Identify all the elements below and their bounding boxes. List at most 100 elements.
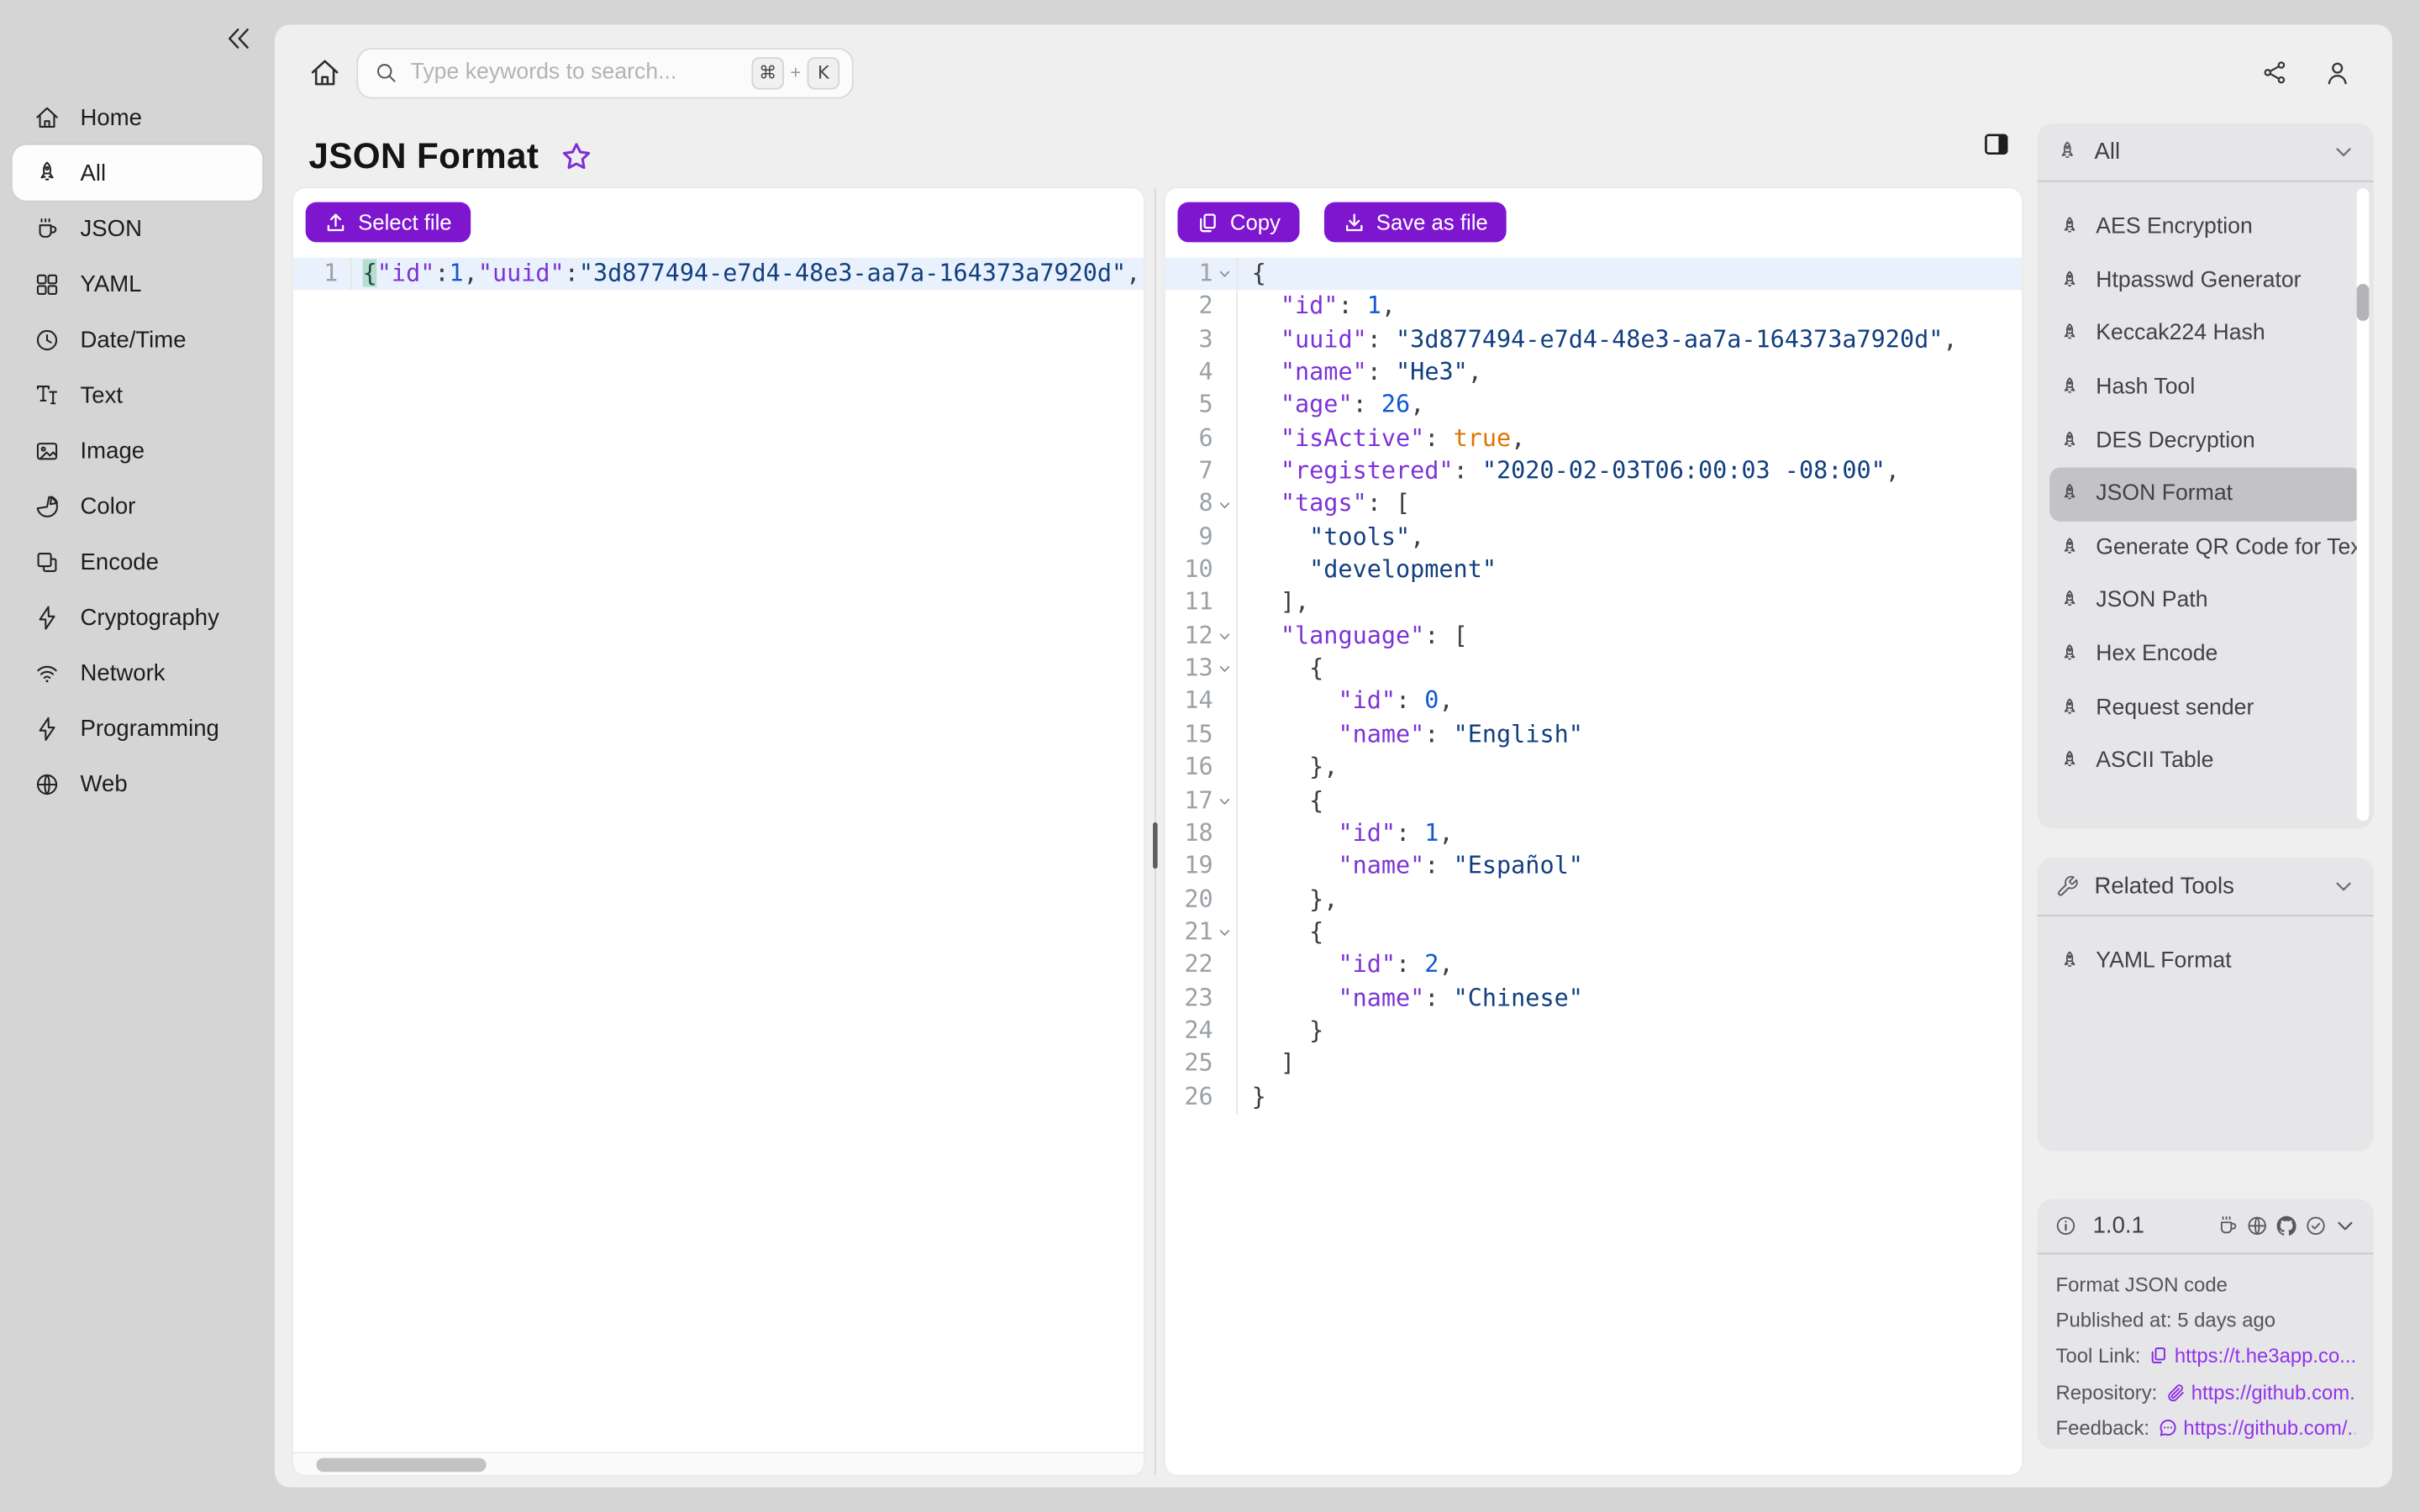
favorite-star-icon[interactable] [560, 140, 593, 173]
sidebar-item-all[interactable]: All [12, 144, 263, 201]
tool-item-ascii-table[interactable]: ASCII Table [2049, 734, 2361, 788]
fold-chevron-icon[interactable] [1213, 629, 1237, 643]
sidebar-item-encode[interactable]: Encode [13, 534, 263, 590]
sidebar-item-date-time[interactable]: Date/Time [13, 312, 263, 367]
code-line[interactable]: 2 "id": 1, [1165, 290, 2022, 324]
pane-splitter[interactable] [1144, 188, 1165, 1475]
globe-icon[interactable] [2245, 1215, 2269, 1238]
sidebar-item-cryptography[interactable]: Cryptography [13, 590, 263, 645]
code-line[interactable]: 19 "name": "Español" [1165, 850, 2022, 884]
sidebar-item-programming[interactable]: Programming [13, 701, 263, 756]
code-line[interactable]: 9 "tools", [1165, 521, 2022, 554]
sidebar-item-text[interactable]: Text [13, 367, 263, 423]
code-line[interactable]: 15 "name": "English" [1165, 718, 2022, 752]
code-line[interactable]: 3 "uuid": "3d877494-e7d4-48e3-aa7a-16437… [1165, 323, 2022, 357]
home-button[interactable] [308, 56, 341, 89]
code-line[interactable]: 10 "development" [1165, 554, 2022, 587]
code-line[interactable]: 8 "tags": [ [1165, 488, 2022, 522]
code-line[interactable]: 25 ] [1165, 1047, 2022, 1081]
tool-item-hex-encode[interactable]: Hex Encode [2049, 627, 2361, 681]
tool-item-keccak224-hash[interactable]: Keccak224 Hash [2049, 307, 2361, 361]
tool-item-hash-tool[interactable]: Hash Tool [2049, 360, 2361, 414]
line-gutter: 19 [1165, 850, 1239, 884]
rocket-icon [2059, 376, 2081, 398]
sidebar-collapse-button[interactable] [224, 24, 255, 55]
code-line[interactable]: 14 "id": 0, [1165, 685, 2022, 719]
share-icon[interactable] [2261, 59, 2289, 87]
tool-item-generate-qr-code-for-text[interactable]: Generate QR Code for Text [2049, 521, 2361, 575]
code-line[interactable]: 12 "language": [ [1165, 619, 2022, 654]
vertical-scrollbar[interactable] [2356, 188, 2370, 822]
fold-chevron-icon[interactable] [1213, 497, 1237, 512]
sidebar-item-label: Image [80, 437, 145, 464]
sidebar-item-json[interactable]: JSON [13, 201, 263, 256]
sidebar-item-label: Text [80, 381, 124, 408]
sidebar-item-network[interactable]: Network [13, 645, 263, 701]
code-line[interactable]: 21 { [1165, 916, 2022, 949]
tool-item-request-sender[interactable]: Request sender [2049, 681, 2361, 735]
line-number: 25 [1184, 1049, 1213, 1078]
check-circle-icon[interactable] [2304, 1215, 2328, 1238]
shortcut-plus: + [790, 61, 802, 84]
save-as-file-button[interactable]: Save as file [1323, 202, 1507, 243]
input-code-area[interactable]: 1 {"id":1,"uuid":"3d877494-e7d4-48e3-aa7a… [292, 257, 1144, 291]
tool-item-json-path[interactable]: JSON Path [2049, 575, 2361, 628]
tool-item-des-decryption[interactable]: DES Decryption [2049, 414, 2361, 468]
sidebar-item-web[interactable]: Web [13, 756, 263, 811]
horizontal-scrollbar[interactable] [292, 1452, 1144, 1475]
code-line[interactable]: 13 { [1165, 653, 2022, 686]
copy-button[interactable]: Copy [1177, 202, 1299, 243]
zap-icon [34, 715, 60, 741]
code-line[interactable]: 1 {"id":1,"uuid":"3d877494-e7d4-48e3-aa7a… [292, 257, 1144, 291]
code-line[interactable]: 17 { [1165, 784, 2022, 818]
code-line[interactable]: 24 } [1165, 1015, 2022, 1048]
code-line[interactable]: 23 "name": "Chinese" [1165, 982, 2022, 1016]
sidebar-item-home[interactable]: Home [13, 90, 263, 145]
fold-chevron-icon[interactable] [1213, 663, 1237, 677]
code-line[interactable]: 1{ [1165, 257, 2023, 291]
scrollbar-thumb[interactable] [2356, 283, 2370, 322]
user-icon[interactable] [2323, 58, 2352, 87]
code-line[interactable]: 7 "registered": "2020-02-03T06:00:03 -08… [1165, 454, 2022, 489]
sidebar-item-image[interactable]: Image [13, 423, 263, 478]
scrollbar-thumb[interactable] [316, 1457, 487, 1472]
panel-toggle-icon[interactable] [1981, 129, 2011, 159]
tool-item-json-format[interactable]: JSON Format [2049, 467, 2362, 522]
rocket-icon [2059, 590, 2081, 612]
code-line[interactable]: 20 }, [1165, 883, 2022, 916]
code-line[interactable]: 5 "age": 26, [1165, 389, 2022, 423]
tool-item-yaml-format[interactable]: YAML Format [2049, 935, 2361, 989]
tools-panel-header[interactable]: All [2037, 123, 2374, 182]
line-number: 15 [1184, 720, 1213, 748]
github-icon[interactable] [2275, 1215, 2298, 1238]
coffee-icon[interactable] [2217, 1215, 2240, 1238]
formatted-code-area[interactable]: 1{2 "id": 1, 3 "uuid": "3d877494-e7d4-48e… [1165, 257, 2023, 1115]
select-file-button[interactable]: Select file [305, 202, 471, 243]
fold-chevron-icon[interactable] [1213, 926, 1237, 940]
fold-chevron-icon[interactable] [1213, 794, 1237, 808]
related-tools-header[interactable]: Related Tools [2037, 858, 2374, 917]
fold-chevron-icon[interactable] [1213, 267, 1237, 281]
code-line[interactable]: 18 "id": 1, [1165, 817, 2022, 851]
code-line[interactable]: 22 "id": 2, [1165, 948, 2022, 983]
code-line[interactable]: 6 "isActive": true, [1165, 422, 2022, 455]
line-number: 19 [1184, 852, 1213, 880]
tool-item-label: Generate QR Code for Text [2096, 535, 2362, 560]
sidebar-item-color[interactable]: Color [13, 478, 263, 533]
chevron-down-icon[interactable] [2332, 874, 2355, 898]
sidebar-item-yaml[interactable]: YAML [13, 256, 263, 312]
search-input[interactable]: Type keywords to search... ⌘ + K [356, 47, 854, 98]
chevron-down-icon[interactable] [2332, 140, 2355, 164]
tool-link[interactable]: https://t.he3app.co... [2175, 1345, 2355, 1368]
line-number: 17 [1184, 785, 1213, 814]
code-line[interactable]: 26} [1165, 1080, 2022, 1115]
feedback-link[interactable]: https://github.com/... [2183, 1416, 2354, 1440]
chevron-down-icon[interactable] [2333, 1215, 2357, 1238]
tool-item-aes-encryption[interactable]: AES Encryption [2049, 201, 2361, 255]
code-line[interactable]: 4 "name": "He3", [1165, 356, 2022, 390]
tool-item-htpasswd-generator[interactable]: Htpasswd Generator [2049, 254, 2361, 307]
code-line[interactable]: 11 ], [1165, 586, 2022, 620]
repository-link[interactable]: https://github.com... [2191, 1380, 2355, 1404]
splitter-handle[interactable] [1152, 822, 1157, 869]
code-line[interactable]: 16 }, [1165, 751, 2022, 785]
